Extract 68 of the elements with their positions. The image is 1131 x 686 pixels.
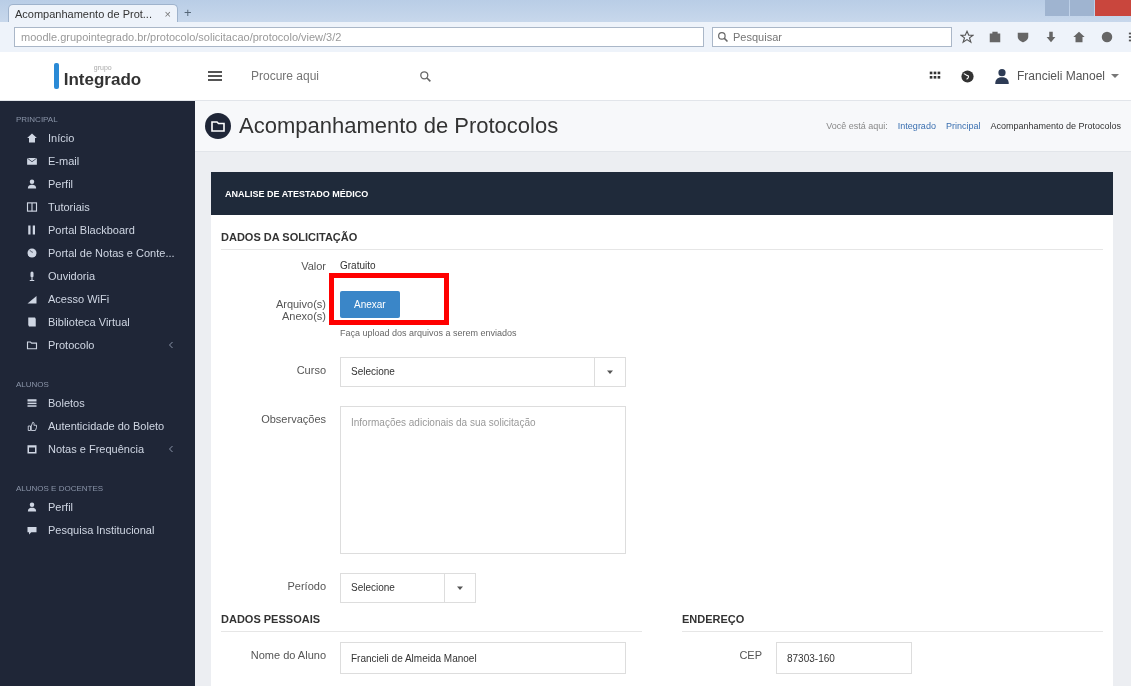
nav-item[interactable]: Acesso WiFi [0, 287, 195, 310]
breadcrumb-text: Acompanhamento de Protocolos [990, 121, 1121, 131]
nav-item[interactable]: Ouvidoria [0, 264, 195, 287]
browser-search-field[interactable]: Pesquisar [712, 27, 952, 47]
page-title: Acompanhamento de Protocolos [239, 113, 559, 139]
columns-icon [26, 223, 38, 236]
folder-icon [26, 338, 38, 351]
caret-icon [456, 584, 464, 592]
nav-item[interactable]: E-mail [0, 149, 195, 172]
nav-item[interactable]: Perfil [0, 495, 195, 518]
field-label: Nome do Aluno [249, 648, 326, 661]
nav-item[interactable]: Início [0, 126, 195, 149]
breadcrumb-link[interactable]: Principal [945, 121, 981, 131]
tab-title: Acompanhamento de Prot... [15, 7, 153, 20]
course-select[interactable]: Selecione [340, 357, 626, 387]
field-label: Observações [260, 412, 326, 425]
close-icon[interactable]: × [164, 7, 171, 20]
breadcrumb-link[interactable]: Integrado [897, 121, 936, 131]
hint-text: Faça upload dos arquivos a serem enviados [340, 328, 517, 338]
nav-item[interactable]: Protocolo [0, 333, 195, 356]
nav-item[interactable]: Tutoriais [0, 195, 195, 218]
field-label: Período [286, 579, 326, 592]
notes-field[interactable]: Informações adicionais da sua solicitação [340, 406, 626, 554]
user-icon [992, 67, 1011, 85]
nav-item[interactable]: Portal de Notas e Conte... [0, 241, 195, 264]
value-text: Gratuito [340, 260, 376, 271]
thumb-icon [26, 419, 38, 432]
section-heading: ENDEREÇO [682, 613, 745, 625]
menu-icon[interactable] [207, 68, 223, 84]
new-tab-button[interactable]: + [184, 4, 192, 22]
card-title: ANALISE DE ATESTADO MÉDICO [225, 188, 369, 199]
attach-button[interactable]: Anexar [340, 291, 400, 318]
calendar-icon [26, 442, 38, 455]
field-label: Curso [295, 363, 326, 376]
user-icon [26, 500, 38, 513]
download-icon[interactable] [1044, 30, 1058, 44]
clipboard-icon[interactable] [988, 30, 1002, 44]
section-heading: ALUNOS E DOCENTES [15, 483, 105, 495]
user-menu[interactable]: Francieli Manoel [992, 67, 1119, 85]
list-icon [26, 396, 38, 409]
nav-item[interactable]: Notas e Frequência [0, 437, 195, 460]
circle-icon[interactable] [1100, 30, 1114, 44]
home-icon [26, 131, 38, 144]
nav-item[interactable]: Perfil [0, 172, 195, 195]
section-heading: DADOS DA SOLICITAÇÃO [221, 231, 358, 243]
search-icon[interactable] [419, 69, 432, 83]
nav-item[interactable]: Pesquisa Institucional [0, 518, 195, 541]
name-field[interactable]: Francieli de Almeida Manoel [340, 642, 626, 674]
breadcrumb-text: Você está aqui: [826, 121, 888, 131]
browser-tab[interactable]: Acompanhamento de Prot... × [8, 4, 178, 22]
shield-icon[interactable] [1016, 30, 1030, 44]
nav-item[interactable]: Autenticidade do Boleto [0, 414, 195, 437]
nav-item[interactable]: Boletos [0, 391, 195, 414]
field-label: CEP [738, 648, 762, 661]
user-icon [26, 177, 38, 190]
section-heading: PRINCIPAL [15, 114, 59, 126]
caret-icon [606, 368, 614, 376]
field-label: Valor [300, 260, 326, 272]
cep-field[interactable]: 87303-160 [776, 642, 912, 674]
period-select[interactable]: Selecione [340, 573, 476, 603]
star-icon[interactable] [960, 30, 974, 44]
field-label: Arquivo(s) Anexo(s) [274, 297, 326, 322]
section-heading: ALUNOS [15, 379, 50, 391]
section-heading: DADOS PESSOAIS [221, 613, 321, 625]
folder-icon [205, 113, 231, 139]
home-icon[interactable] [1072, 30, 1086, 44]
nav-item[interactable]: Portal Blackboard [0, 218, 195, 241]
nav-item[interactable]: Biblioteca Virtual [0, 310, 195, 333]
